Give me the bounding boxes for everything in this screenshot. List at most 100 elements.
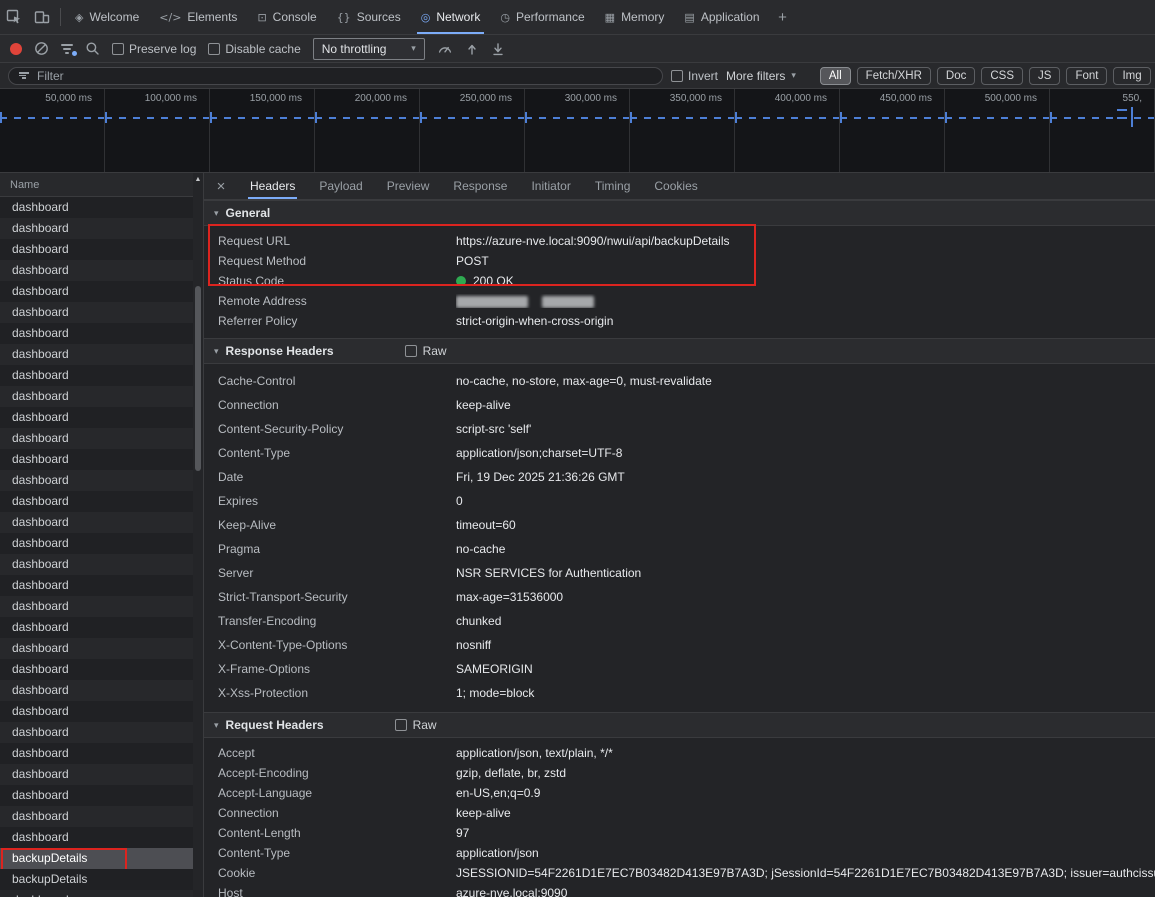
header-row: Accept application/json, text/plain, */* xyxy=(204,743,1155,763)
search-icon[interactable] xyxy=(85,41,100,56)
scrollbar-thumb[interactable] xyxy=(195,286,201,471)
details-tab[interactable]: Cookies xyxy=(642,173,709,199)
details-tab[interactable]: Initiator xyxy=(519,173,582,199)
request-row[interactable]: dashboard xyxy=(0,806,193,827)
request-row[interactable]: dashboard xyxy=(0,239,193,260)
more-filters-button[interactable]: More filters ▾ xyxy=(726,69,796,83)
inspect-element-icon[interactable] xyxy=(0,0,28,34)
request-row[interactable]: dashboard xyxy=(0,764,193,785)
request-row[interactable]: dashboard xyxy=(0,218,193,239)
panel-tab[interactable]: ◎ Network xyxy=(411,0,491,34)
request-row[interactable]: dashboard xyxy=(0,491,193,512)
panel-tab[interactable]: </> Elements xyxy=(149,0,247,34)
filter-chip[interactable]: Doc xyxy=(937,67,975,85)
panel-tab[interactable]: ◷ Performance xyxy=(490,0,594,34)
request-row[interactable]: dashboard xyxy=(0,407,193,428)
request-row[interactable]: dashboard xyxy=(0,827,193,848)
more-tabs-button[interactable]: + xyxy=(770,0,796,34)
request-row[interactable]: dashboard xyxy=(0,386,193,407)
panel-tab-label: Sources xyxy=(357,10,401,24)
request-row[interactable]: dashboard xyxy=(0,197,193,218)
panel-tab[interactable]: ◈ Welcome xyxy=(65,0,149,34)
panel-tab-label: Welcome xyxy=(89,10,139,24)
panel-tab[interactable]: {} Sources xyxy=(327,0,411,34)
request-row[interactable]: dashboard xyxy=(0,743,193,764)
scroll-up-arrow[interactable]: ▲ xyxy=(193,173,203,185)
general-section-header[interactable]: ▾ General xyxy=(204,200,1155,226)
panel-tab[interactable]: ▤ Application xyxy=(674,0,769,34)
close-icon[interactable]: × xyxy=(204,173,238,199)
header-row: Date Fri, 19 Dec 2025 21:36:26 GMT xyxy=(204,465,1155,489)
details-tab[interactable]: Payload xyxy=(307,173,374,199)
request-row[interactable]: dashboard xyxy=(0,470,193,491)
request-row[interactable]: dashboard xyxy=(0,428,193,449)
filter-input[interactable]: Filter xyxy=(8,67,663,85)
header-value: keep-alive xyxy=(456,806,1155,820)
disable-cache-checkbox[interactable]: Disable cache xyxy=(208,42,300,56)
request-row[interactable]: backupDetails xyxy=(0,848,193,869)
filter-toggle-icon[interactable] xyxy=(61,44,73,54)
details-tab[interactable]: Preview xyxy=(375,173,442,199)
collapse-triangle-icon: ▾ xyxy=(214,720,219,731)
request-row[interactable]: dashboard xyxy=(0,344,193,365)
header-value xyxy=(456,294,1155,308)
filter-chip[interactable]: Img xyxy=(1113,67,1150,85)
panel-tab[interactable]: ▦ Memory xyxy=(595,0,675,34)
header-value: timeout=60 xyxy=(456,518,1155,532)
request-row[interactable]: dashboard xyxy=(0,659,193,680)
request-row[interactable]: dashboard xyxy=(0,554,193,575)
response-headers-section-header[interactable]: ▾ Response Headers Raw xyxy=(204,338,1155,364)
import-har-icon[interactable] xyxy=(465,42,479,56)
preserve-log-checkbox[interactable]: Preserve log xyxy=(112,42,196,56)
request-row[interactable]: dashboard xyxy=(0,596,193,617)
request-row[interactable]: dashboard xyxy=(0,533,193,554)
clear-icon[interactable] xyxy=(34,41,49,56)
request-row[interactable]: dashboard xyxy=(0,449,193,470)
header-row: Content-Type application/json;charset=UT… xyxy=(204,441,1155,465)
request-row[interactable]: backupDetails xyxy=(0,869,193,890)
filter-chip[interactable]: Font xyxy=(1066,67,1107,85)
record-button[interactable] xyxy=(10,43,22,55)
filter-chip[interactable]: Fetch/XHR xyxy=(857,67,931,85)
throttling-select[interactable]: No throttling ▾ xyxy=(313,38,425,60)
request-row[interactable]: dashboard xyxy=(0,617,193,638)
request-row[interactable]: dashboard xyxy=(0,890,193,897)
filter-chip[interactable]: JS xyxy=(1029,67,1060,85)
request-headers-section-header[interactable]: ▾ Request Headers Raw xyxy=(204,712,1155,738)
request-row[interactable]: dashboard xyxy=(0,365,193,386)
request-row[interactable]: dashboard xyxy=(0,785,193,806)
request-row[interactable]: dashboard xyxy=(0,680,193,701)
request-row[interactable]: dashboard xyxy=(0,701,193,722)
panel-tab-label: Application xyxy=(701,10,760,24)
header-row: Transfer-Encoding chunked xyxy=(204,609,1155,633)
chevron-down-icon: ▾ xyxy=(411,43,416,54)
details-tab[interactable]: Headers xyxy=(238,173,307,199)
filter-chip[interactable]: All xyxy=(820,67,851,85)
request-row[interactable]: dashboard xyxy=(0,512,193,533)
header-value: 97 xyxy=(456,826,1155,840)
panel-tab[interactable]: ⊡ Console xyxy=(247,0,326,34)
network-conditions-icon[interactable] xyxy=(437,41,453,57)
request-row[interactable]: dashboard xyxy=(0,281,193,302)
request-row[interactable]: dashboard xyxy=(0,302,193,323)
request-header-rows: Accept application/json, text/plain, */*… xyxy=(204,738,1155,897)
details-tab[interactable]: Timing xyxy=(583,173,643,199)
name-column-header[interactable]: Name xyxy=(0,173,203,197)
export-har-icon[interactable] xyxy=(491,42,505,56)
request-row[interactable]: dashboard xyxy=(0,260,193,281)
raw-checkbox[interactable]: Raw xyxy=(405,344,447,358)
request-row[interactable]: dashboard xyxy=(0,575,193,596)
checkbox xyxy=(208,43,220,55)
filter-chip[interactable]: CSS xyxy=(981,67,1023,85)
request-row[interactable]: dashboard xyxy=(0,722,193,743)
details-tab[interactable]: Response xyxy=(441,173,519,199)
panel-tab-icon: ⊡ xyxy=(257,11,266,24)
raw-checkbox[interactable]: Raw xyxy=(395,718,437,732)
request-row[interactable]: dashboard xyxy=(0,323,193,344)
device-toolbar-icon[interactable] xyxy=(28,0,56,34)
checkbox xyxy=(112,43,124,55)
invert-checkbox[interactable]: Invert xyxy=(671,69,718,83)
request-row[interactable]: dashboard xyxy=(0,638,193,659)
header-name: Connection xyxy=(218,806,456,820)
network-overview-timeline[interactable]: 50,000 ms 100,000 ms 150,000 ms 200,000 … xyxy=(0,89,1155,173)
